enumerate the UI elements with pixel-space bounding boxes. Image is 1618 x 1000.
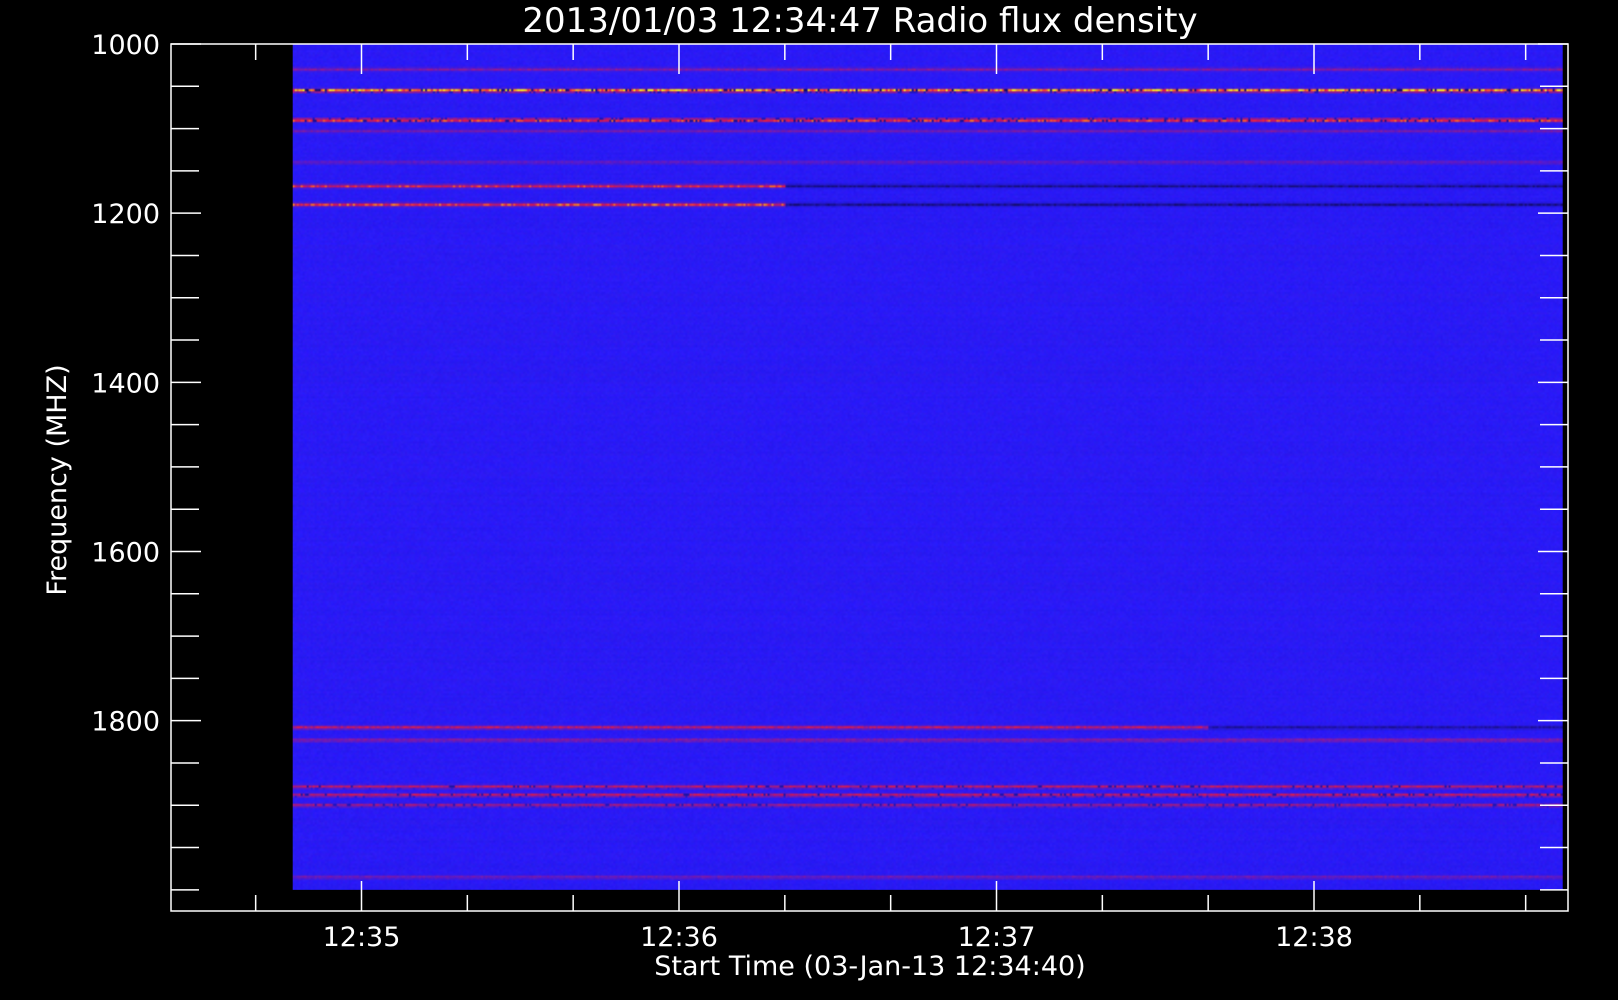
y-tick-label: 1000 — [91, 30, 160, 61]
chart-title: 2013/01/03 12:34:47 Radio flux density — [522, 1, 1197, 41]
y-axis-label: Frequency (MHZ) — [42, 364, 73, 595]
y-tick-label: 1800 — [91, 707, 160, 738]
x-tick-label: 12:35 — [323, 922, 401, 953]
spectrogram-heatmap — [292, 44, 1563, 890]
x-tick-label: 12:36 — [640, 922, 718, 953]
y-tick-label: 1400 — [91, 368, 160, 399]
x-tick-label: 12:38 — [1275, 922, 1353, 953]
spectrogram-chart: 2013/01/03 12:34:47 Radio flux density 1… — [42, 1, 1569, 982]
x-tick-label: 12:37 — [958, 922, 1036, 953]
x-axis-label: Start Time (03-Jan-13 12:34:40) — [654, 951, 1085, 982]
y-tick-label: 1200 — [91, 199, 160, 230]
y-tick-label: 1600 — [91, 538, 160, 569]
